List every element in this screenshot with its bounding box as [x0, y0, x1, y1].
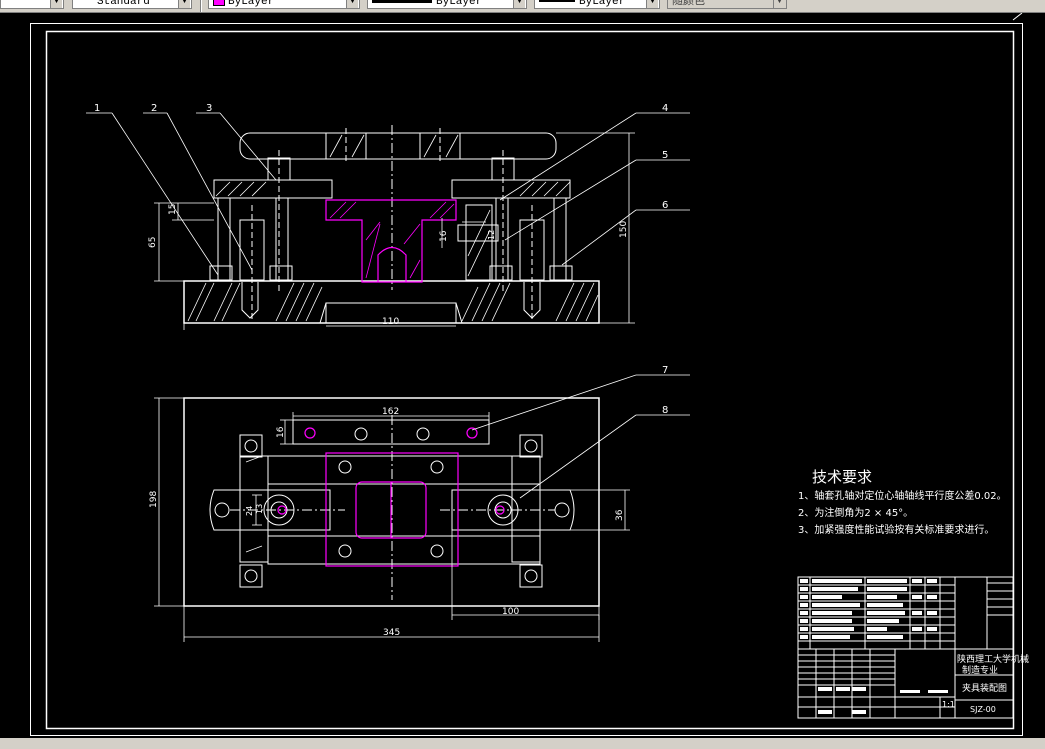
chevron-down-icon[interactable]: ▼ [178, 0, 190, 8]
chevron-down-icon[interactable]: ▼ [50, 0, 62, 8]
dim-345: 345 [383, 628, 400, 638]
tb-dept: 制造专业 [962, 664, 998, 676]
chevron-down-icon[interactable]: ▼ [773, 0, 785, 8]
plotstyle-value: 随颜色 [672, 0, 705, 8]
note-1: 1、轴套孔轴对定位心轴轴线平行度公差0.02。 [798, 489, 1007, 502]
balloon-5: 5 [662, 150, 668, 161]
lineweight-value: ByLayer [579, 0, 626, 8]
color-combo[interactable]: ByLayer ▼ [208, 0, 360, 9]
dim-16-top: 16 [276, 426, 286, 438]
linetype-combo[interactable]: ByLayer ▼ [367, 0, 527, 9]
balloon-leaders-front [86, 112, 690, 276]
tb-code: SJZ-00 [970, 705, 996, 714]
balloon-2: 2 [151, 103, 157, 114]
title-block-fill [800, 579, 948, 714]
balloon-3: 3 [206, 103, 212, 114]
front-view [183, 125, 600, 324]
dim-24: 24 [245, 506, 254, 516]
dim-36: 36 [615, 509, 625, 521]
properties-toolbar: Standard ▼ ▼ ByLayer ▼ ByLayer ▼ ByLayer… [0, 0, 1045, 13]
plotstyle-combo[interactable]: 随颜色 ▼ [667, 0, 787, 9]
tb-drawing-name: 夹具装配图 [962, 682, 1007, 694]
balloon-1: 1 [94, 103, 100, 114]
linetype-value: ByLayer [436, 0, 483, 8]
dim-110: 110 [382, 317, 399, 327]
lineweight-preview [539, 0, 575, 3]
dim-13: 13 [255, 504, 264, 514]
dim-162: 162 [382, 407, 399, 417]
balloon-8: 8 [662, 405, 668, 416]
inner-frame [45, 30, 1015, 730]
dim-100: 100 [502, 607, 519, 617]
chevron-down-icon[interactable]: ▼ [646, 0, 658, 8]
balloon-7: 7 [662, 365, 668, 376]
tb-school: 陕西理工大学机械 [957, 653, 1029, 665]
notes-title: 技术要求 [812, 468, 872, 486]
lineweight-combo[interactable]: ByLayer ▼ [534, 0, 660, 9]
toolbar-separator [200, 0, 202, 12]
balloon-leaders-top [471, 374, 690, 499]
magenta-color-swatch [213, 0, 225, 7]
textstyle-prev-combo[interactable]: ▼ [0, 0, 64, 9]
dim-16-front: 16 [439, 230, 449, 242]
frame-corner-mark [1012, 12, 1023, 21]
chevron-down-icon[interactable]: ▼ [346, 0, 358, 8]
front-dimensions [154, 132, 635, 330]
status-strip [0, 738, 1045, 744]
dim-65: 65 [148, 237, 158, 248]
workpiece-top [277, 427, 505, 567]
dim-150: 150 [619, 221, 629, 238]
cad-drawing[interactable]: 1 2 3 4 5 6 7 8 15 65 110 150 16 12 162 … [0, 12, 1045, 744]
dim-15: 15 [168, 204, 178, 215]
drawing-canvas[interactable]: 1 2 3 4 5 6 7 8 15 65 110 150 16 12 162 … [0, 12, 1045, 744]
tb-scale: 1:1 [942, 700, 955, 709]
linetype-preview [372, 0, 432, 3]
text-style-combo[interactable]: Standard ▼ [72, 0, 192, 9]
balloon-4: 4 [662, 103, 668, 114]
note-3: 3、加紧强度性能试验按有关标准要求进行。 [798, 523, 994, 536]
color-value: ByLayer [228, 0, 275, 8]
dim-198: 198 [149, 491, 159, 508]
chevron-down-icon[interactable]: ▼ [513, 0, 525, 8]
text-style-value: Standard [97, 0, 150, 8]
balloon-6: 6 [662, 200, 668, 211]
note-2: 2、为注倒角为2 × 45°。 [798, 506, 913, 519]
workpiece-front [325, 199, 457, 283]
dim-12: 12 [487, 230, 496, 240]
